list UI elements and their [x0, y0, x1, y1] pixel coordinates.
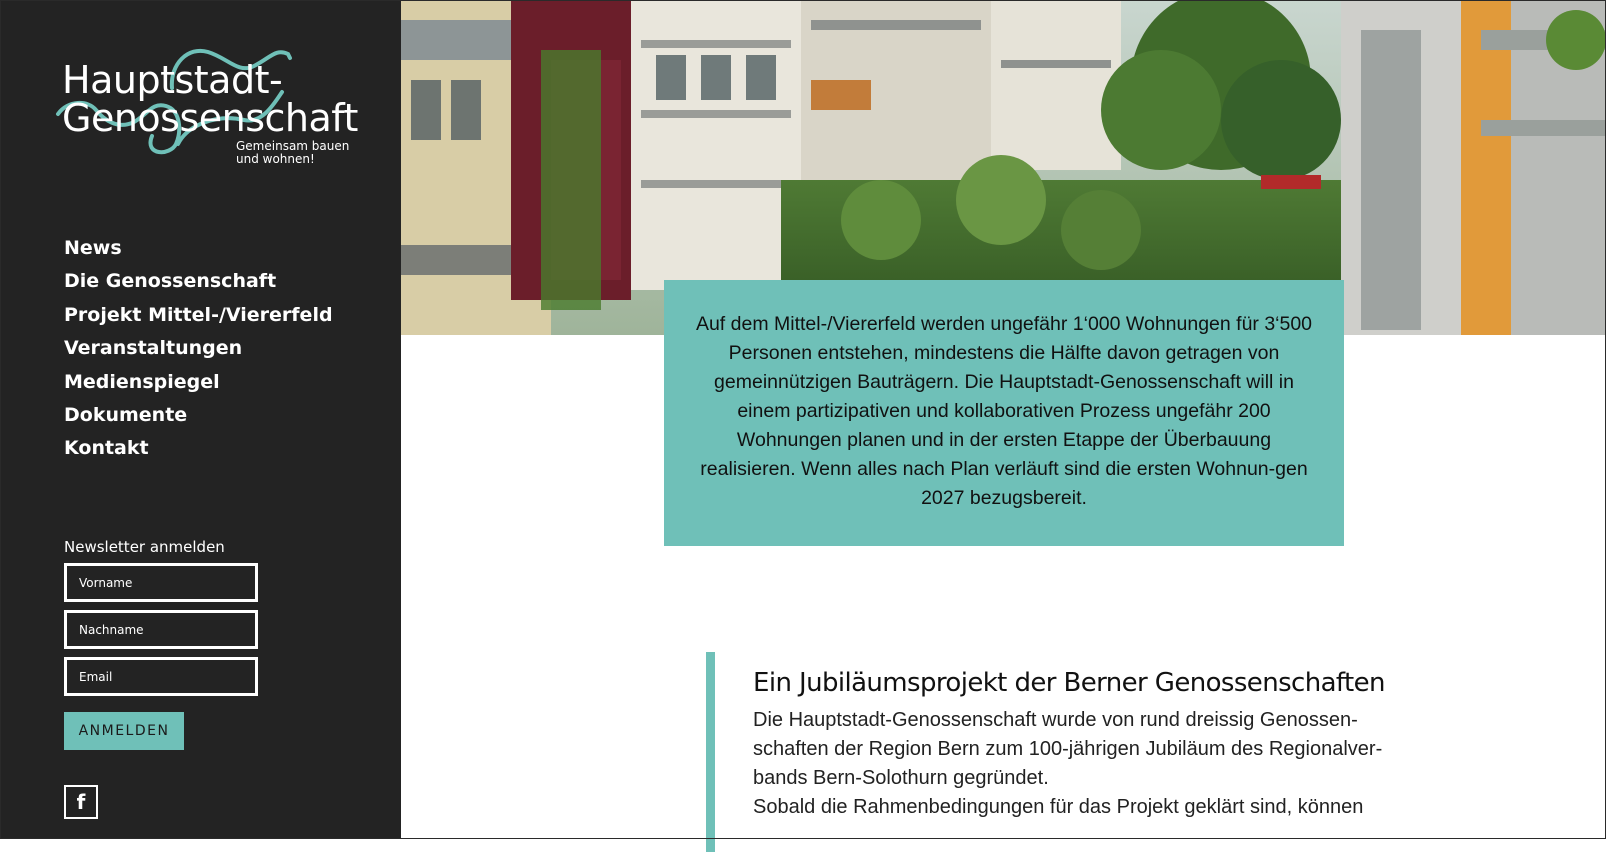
nav-item-genossenschaft[interactable]: Die Genossenschaft [64, 265, 333, 298]
nav-item-dokumente[interactable]: Dokumente [64, 399, 333, 432]
logo-tagline: Gemeinsam bauen und wohnen! [236, 140, 349, 166]
intro-text: Auf dem Mittel-/Viererfeld werden ungefä… [695, 313, 1313, 509]
article-section: Ein Jubiläumsprojekt der Berner Genossen… [706, 652, 1406, 852]
intro-box: Auf dem Mittel-/Viererfeld werden ungefä… [664, 280, 1344, 546]
email-input[interactable] [64, 657, 258, 696]
first-name-input[interactable] [64, 563, 258, 602]
article-paragraph-1: Die Hauptstadt-Genossenschaft wurde von … [753, 709, 1383, 789]
main-nav: News Die Genossenschaft Projekt Mittel-/… [64, 232, 333, 466]
last-name-input[interactable] [64, 610, 258, 649]
nav-item-news[interactable]: News [64, 232, 333, 265]
nav-item-kontakt[interactable]: Kontakt [64, 432, 333, 465]
subscribe-button[interactable]: ANMELDEN [64, 712, 184, 750]
newsletter-form: Newsletter anmelden ANMELDEN [64, 538, 264, 750]
nav-item-medienspiegel[interactable]: Medienspiegel [64, 366, 333, 399]
nav-item-veranstaltungen[interactable]: Veranstaltungen [64, 332, 333, 365]
site-logo[interactable]: Hauptstadt- Genossenschaft Gemeinsam bau… [48, 44, 358, 174]
facebook-link[interactable]: f [64, 785, 98, 819]
article-heading: Ein Jubiläumsprojekt der Berner Genossen… [753, 668, 1386, 698]
logo-title-line2: Genossenschaft [62, 96, 358, 140]
sidebar: Hauptstadt- Genossenschaft Gemeinsam bau… [0, 0, 401, 839]
logo-tagline-2: und wohnen! [236, 152, 315, 166]
article-paragraph-2: Sobald die Rahmenbedingungen für das Pro… [753, 796, 1364, 818]
newsletter-title: Newsletter anmelden [64, 538, 225, 556]
facebook-icon: f [76, 790, 86, 814]
nav-item-projekt[interactable]: Projekt Mittel-/Viererfeld [64, 299, 333, 332]
